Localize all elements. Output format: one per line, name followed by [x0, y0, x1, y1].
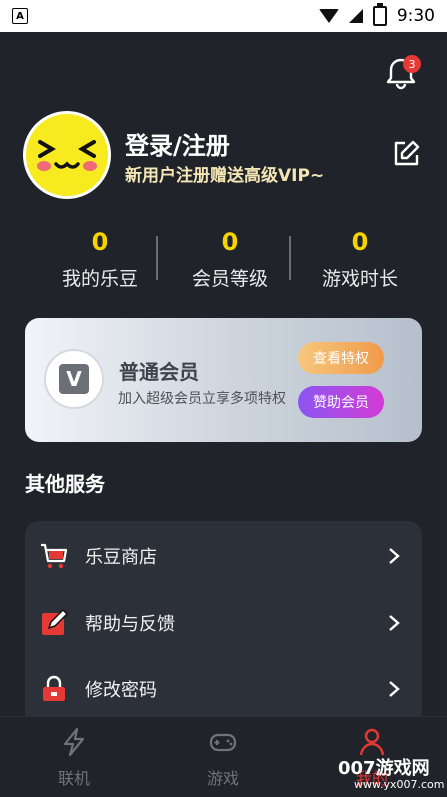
- chevron-right-icon: [389, 615, 400, 631]
- accessibility-icon: A: [12, 8, 28, 24]
- service-label: 修改密码: [85, 680, 157, 701]
- stat-ledou[interactable]: 0 我的乐豆: [35, 228, 165, 291]
- stat-member-level[interactable]: 0 会员等级: [165, 228, 295, 291]
- stat-play-time[interactable]: 0 游戏时长: [295, 228, 425, 291]
- tab-online[interactable]: 联机: [24, 727, 124, 789]
- service-label: 乐豆商店: [85, 547, 157, 568]
- service-item-change-password[interactable]: 修改密码: [25, 661, 422, 717]
- gamepad-icon: [209, 733, 237, 752]
- watermark: 007游戏网: [338, 758, 430, 779]
- battery-icon: [372, 3, 387, 26]
- cart-icon: [41, 543, 68, 569]
- vip-title: 普通会员: [119, 360, 199, 384]
- feedback-icon: [42, 608, 69, 635]
- tab-games[interactable]: 游戏: [173, 727, 273, 789]
- stats-row: 0 我的乐豆 0 会员等级 0 游戏时长: [35, 228, 425, 291]
- chevron-right-icon: [389, 548, 400, 564]
- vip-badge-icon: V: [44, 349, 104, 409]
- lightning-icon: [63, 727, 85, 757]
- tab-label: 联机: [57, 769, 90, 788]
- stat-label: 我的乐豆: [61, 268, 138, 290]
- edit-icon[interactable]: [391, 139, 421, 169]
- service-item-shop[interactable]: 乐豆商店: [25, 528, 422, 584]
- view-privileges-button[interactable]: 查看特权: [298, 342, 384, 374]
- divider: [156, 236, 158, 280]
- person-icon: [359, 728, 385, 756]
- register-promo-text: 新用户注册赠送高级VIP~: [125, 166, 325, 186]
- status-bar: A 9:30: [0, 0, 447, 32]
- avatar[interactable]: [23, 111, 111, 199]
- tab-label: 游戏: [206, 769, 239, 788]
- services-list: 乐豆商店 帮助与反馈 修改密码: [25, 521, 422, 721]
- lock-icon: [43, 675, 65, 701]
- section-title: 其他服务: [25, 472, 105, 496]
- stat-value: 0: [351, 228, 369, 256]
- watermark-url: www.yx007.com: [354, 778, 445, 791]
- stat-label: 会员等级: [191, 268, 268, 290]
- service-item-feedback[interactable]: 帮助与反馈: [25, 595, 422, 651]
- stat-value: 0: [91, 228, 109, 256]
- vip-description: 加入超级会员立享多项特权: [118, 391, 286, 407]
- sponsor-member-button[interactable]: 赞助会员: [298, 386, 384, 418]
- notification-badge: 3: [403, 55, 421, 73]
- service-label: 帮助与反馈: [85, 614, 175, 635]
- divider: [289, 236, 291, 280]
- vip-card[interactable]: V 普通会员 加入超级会员立享多项特权 查看特权 赞助会员: [25, 318, 422, 442]
- status-time: 9:30: [396, 6, 435, 26]
- stat-value: 0: [221, 228, 239, 256]
- login-register-link[interactable]: 登录/注册: [125, 126, 230, 161]
- signal-icon: [348, 9, 363, 23]
- wifi-icon: [318, 9, 339, 23]
- chevron-right-icon: [389, 681, 400, 697]
- stat-label: 游戏时长: [321, 268, 398, 290]
